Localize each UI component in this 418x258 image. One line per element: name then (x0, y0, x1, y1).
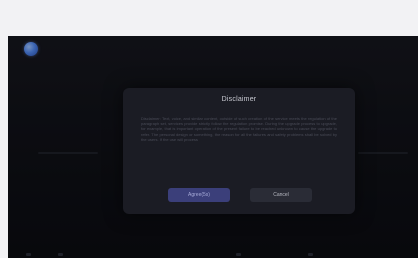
dialog-title: Disclaimer (221, 96, 257, 103)
cancel-button[interactable]: Cancel (250, 188, 312, 202)
dialog-body-text: Disclaimer: Text, voice, and similar con… (141, 116, 337, 142)
toolbar-item[interactable] (308, 253, 313, 256)
bottom-toolbar (8, 248, 418, 258)
toolbar-item[interactable] (26, 253, 31, 256)
toolbar-item[interactable] (58, 253, 63, 256)
agree-button[interactable]: Agree(5s) (168, 188, 230, 202)
window-frame: Disclaimer Disclaimer: Text, voice, and … (0, 0, 418, 258)
app-screen: Disclaimer Disclaimer: Text, voice, and … (8, 36, 418, 258)
toolbar-item[interactable] (236, 253, 241, 256)
disclaimer-dialog: Disclaimer Disclaimer: Text, voice, and … (123, 88, 355, 214)
